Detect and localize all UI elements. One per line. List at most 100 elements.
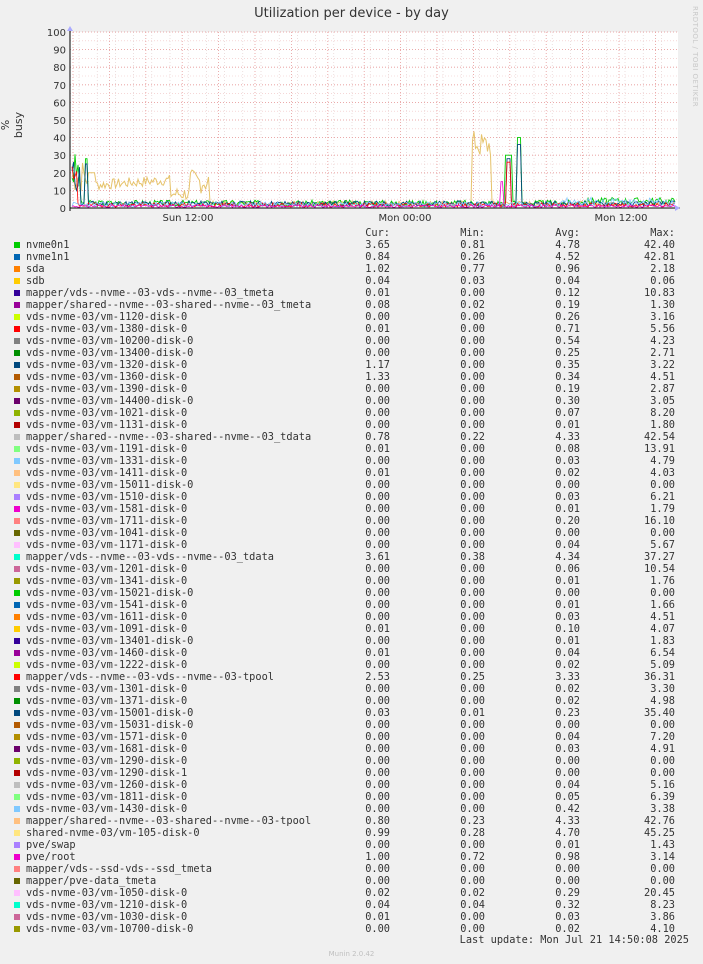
legend-name: vds-nvme-03/vm-10200-disk-0	[26, 335, 194, 347]
legend-min: 0.00	[460, 911, 485, 923]
legend-swatch	[14, 398, 20, 404]
legend-avg: 0.00	[555, 863, 580, 875]
legend-min: 0.00	[460, 335, 485, 347]
legend-max: 1.79	[650, 503, 675, 515]
legend-max: 0.00	[650, 875, 675, 887]
legend-min: 0.22	[460, 431, 485, 443]
legend-avg: 0.08	[555, 443, 580, 455]
legend-row: mapper/shared--nvme--03-shared--nvme--03…	[0, 299, 703, 311]
legend-swatch	[14, 638, 20, 644]
legend-avg: 0.04	[555, 779, 580, 791]
legend-max: 6.54	[650, 647, 675, 659]
legend-max: 3.22	[650, 359, 675, 371]
legend-row: mapper/vds--nvme--03-vds--nvme--03_tmeta…	[0, 287, 703, 299]
legend-name: mapper/vds--nvme--03-vds--nvme--03_tmeta	[26, 287, 274, 299]
legend-swatch	[14, 494, 20, 500]
y-axis-arrow	[67, 26, 73, 31]
legend-cur: 0.01	[365, 323, 390, 335]
header-max: Max:	[650, 227, 675, 239]
legend-avg: 0.10	[555, 623, 580, 635]
legend-row: vds-nvme-03/vm-1360-disk-0 1.33 0.00 0.34 4.…	[0, 371, 703, 383]
y-tick-label: 50	[53, 116, 66, 127]
legend-cur: 0.00	[365, 491, 390, 503]
legend-max: 0.00	[650, 479, 675, 491]
legend-avg: 0.54	[555, 335, 580, 347]
legend-swatch	[14, 302, 20, 308]
legend-cur: 0.00	[365, 563, 390, 575]
legend-avg: 0.98	[555, 851, 580, 863]
legend-max: 5.09	[650, 659, 675, 671]
legend-swatch	[14, 350, 20, 356]
legend-min: 0.00	[460, 779, 485, 791]
legend-avg: 0.01	[555, 635, 580, 647]
legend-max: 4.51	[650, 371, 675, 383]
legend-min: 0.00	[460, 503, 485, 515]
legend-max: 4.03	[650, 467, 675, 479]
legend-min: 0.00	[460, 659, 485, 671]
legend-row: shared-nvme-03/vm-105-disk-0 0.99 0.28 4.70…	[0, 827, 703, 839]
legend-cur: 0.00	[365, 839, 390, 851]
munin-version: Munin 2.0.42	[328, 950, 375, 958]
legend-min: 0.00	[460, 515, 485, 527]
legend-row: vds-nvme-03/vm-1811-disk-0 0.00 0.00 0.05 6.…	[0, 791, 703, 803]
legend-cur: 0.00	[365, 803, 390, 815]
legend-name: vds-nvme-03/vm-1380-disk-0	[26, 323, 188, 335]
legend-row: vds-nvme-03/vm-1091-disk-0 0.01 0.00 0.10 4.…	[0, 623, 703, 635]
legend-row: vds-nvme-03/vm-1030-disk-0 0.01 0.00 0.03 3.…	[0, 911, 703, 923]
legend-max: 4.79	[650, 455, 675, 467]
legend-swatch	[14, 782, 20, 788]
legend-name: vds-nvme-03/vm-13400-disk-0	[26, 347, 194, 359]
legend-avg: 4.34	[555, 551, 580, 563]
legend-cur: 0.04	[365, 275, 390, 287]
legend-row: sdb 0.04 0.03 0.04 0.06	[0, 275, 703, 287]
plot-area: 0 10 20 30 40 50 60 70 80 90 100 Sun 12:00 Mon 00:0…	[47, 26, 680, 224]
legend-name: mapper/shared--nvme--03-shared--nvme--03…	[26, 815, 312, 827]
legend-min: 0.00	[460, 443, 485, 455]
legend-cur: 0.00	[365, 347, 390, 359]
legend-swatch	[14, 770, 20, 776]
legend-avg: 0.12	[555, 287, 580, 299]
legend-swatch	[14, 374, 20, 380]
legend-max: 1.30	[650, 299, 675, 311]
legend-min: 0.00	[460, 467, 485, 479]
legend-name: vds-nvme-03/vm-1222-disk-0	[26, 659, 188, 671]
legend-min: 0.00	[460, 407, 485, 419]
legend-min: 0.00	[460, 791, 485, 803]
legend-avg: 0.03	[555, 611, 580, 623]
legend-swatch	[14, 278, 20, 284]
legend-cur: 0.00	[365, 527, 390, 539]
legend-name: vds-nvme-03/vm-1460-disk-0	[26, 647, 188, 659]
legend-name: vds-nvme-03/vm-1131-disk-0	[26, 419, 188, 431]
legend-avg: 0.00	[555, 767, 580, 779]
legend-max: 0.00	[650, 863, 675, 875]
legend-row: vds-nvme-03/vm-1191-disk-0 0.01 0.00 0.08 13…	[0, 443, 703, 455]
legend-row: vds-nvme-03/vm-1050-disk-0 0.02 0.02 0.29 20…	[0, 887, 703, 899]
legend-min: 0.00	[460, 419, 485, 431]
legend-cur: 0.00	[365, 455, 390, 467]
legend-row: vds-nvme-03/vm-14400-disk-0 0.00 0.00 0.30 3…	[0, 395, 703, 407]
legend-row: vds-nvme-03/vm-1201-disk-0 0.00 0.00 0.06 10…	[0, 563, 703, 575]
legend-avg: 0.03	[555, 911, 580, 923]
legend-swatch	[14, 578, 20, 584]
legend-avg: 0.35	[555, 359, 580, 371]
legend-min: 0.00	[460, 563, 485, 575]
legend-cur: 0.00	[365, 743, 390, 755]
legend-avg: 0.42	[555, 803, 580, 815]
legend-name: vds-nvme-03/vm-14400-disk-0	[26, 395, 194, 407]
legend-name: vds-nvme-03/vm-15001-disk-0	[26, 707, 194, 719]
legend-name: vds-nvme-03/vm-1681-disk-0	[26, 743, 188, 755]
legend-min: 0.81	[460, 239, 485, 251]
legend-swatch	[14, 698, 20, 704]
legend-avg: 0.04	[555, 647, 580, 659]
legend-name: vds-nvme-03/vm-15031-disk-0	[26, 719, 194, 731]
legend-min: 0.00	[460, 863, 485, 875]
legend-avg: 0.01	[555, 503, 580, 515]
legend-cur: 0.00	[365, 599, 390, 611]
legend-cur: 0.02	[365, 887, 390, 899]
legend-row: pve/swap 0.00 0.00 0.01 1.43	[0, 839, 703, 851]
x-tick-label: Sun 12:00	[162, 213, 213, 224]
legend-cur: 0.00	[365, 683, 390, 695]
legend-row: vds-nvme-03/vm-1371-disk-0 0.00 0.00 0.02 4.…	[0, 695, 703, 707]
legend-min: 0.00	[460, 287, 485, 299]
legend-max: 0.00	[650, 767, 675, 779]
